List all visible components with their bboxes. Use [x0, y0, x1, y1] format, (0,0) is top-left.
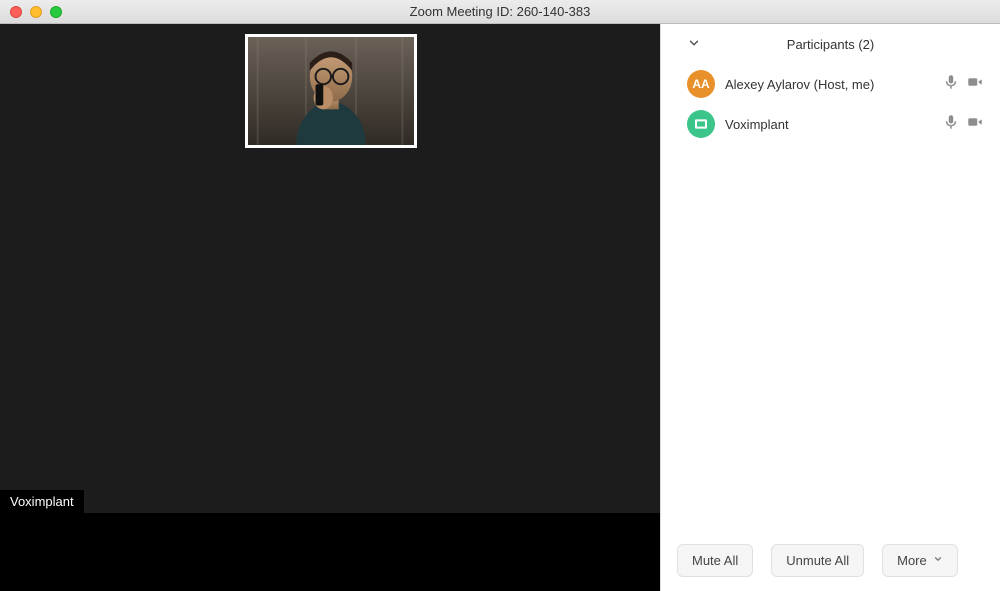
avatar: AA	[687, 70, 715, 98]
participant-status-icons	[942, 113, 984, 136]
participant-name: Alexey Aylarov (Host, me)	[725, 77, 932, 92]
participant-status-icons	[942, 73, 984, 96]
self-view-thumbnail[interactable]	[245, 34, 417, 148]
main-stage: Voximplant	[0, 24, 660, 513]
avatar-initials: AA	[692, 77, 709, 91]
microphone-icon	[942, 113, 960, 136]
chevron-down-icon	[933, 554, 943, 567]
video-camera-icon	[966, 113, 984, 136]
participants-header: Participants (2)	[661, 24, 1000, 64]
participants-footer: Mute All Unmute All More	[661, 530, 1000, 591]
camera-feed-illustration	[248, 37, 414, 145]
unmute-all-button[interactable]: Unmute All	[771, 544, 864, 577]
avatar	[687, 110, 715, 138]
mute-all-button[interactable]: Mute All	[677, 544, 753, 577]
meeting-toolbar-area	[0, 513, 660, 591]
participants-panel: Participants (2) AA Alexey Aylarov (Host…	[660, 24, 1000, 591]
button-label: Unmute All	[786, 553, 849, 568]
microphone-icon	[942, 73, 960, 96]
participant-row[interactable]: Voximplant	[661, 104, 1000, 144]
participants-list: AA Alexey Aylarov (Host, me)	[661, 64, 1000, 530]
zoom-window: Zoom Meeting ID: 260-140-383	[0, 0, 1000, 591]
participants-title: Participants (2)	[787, 37, 874, 52]
body: Voximplant Participants (2) AA Alexey Ay…	[0, 24, 1000, 591]
button-label: Mute All	[692, 553, 738, 568]
participant-row[interactable]: AA Alexey Aylarov (Host, me)	[661, 64, 1000, 104]
video-area: Voximplant	[0, 24, 660, 591]
video-camera-icon	[966, 73, 984, 96]
window-title: Zoom Meeting ID: 260-140-383	[0, 4, 1000, 19]
participant-name: Voximplant	[725, 117, 932, 132]
title-bar: Zoom Meeting ID: 260-140-383	[0, 0, 1000, 24]
active-speaker-label: Voximplant	[0, 490, 84, 513]
button-label: More	[897, 553, 927, 568]
voximplant-avatar-icon	[693, 116, 709, 132]
collapse-panel-icon[interactable]	[687, 36, 701, 53]
more-button[interactable]: More	[882, 544, 958, 577]
